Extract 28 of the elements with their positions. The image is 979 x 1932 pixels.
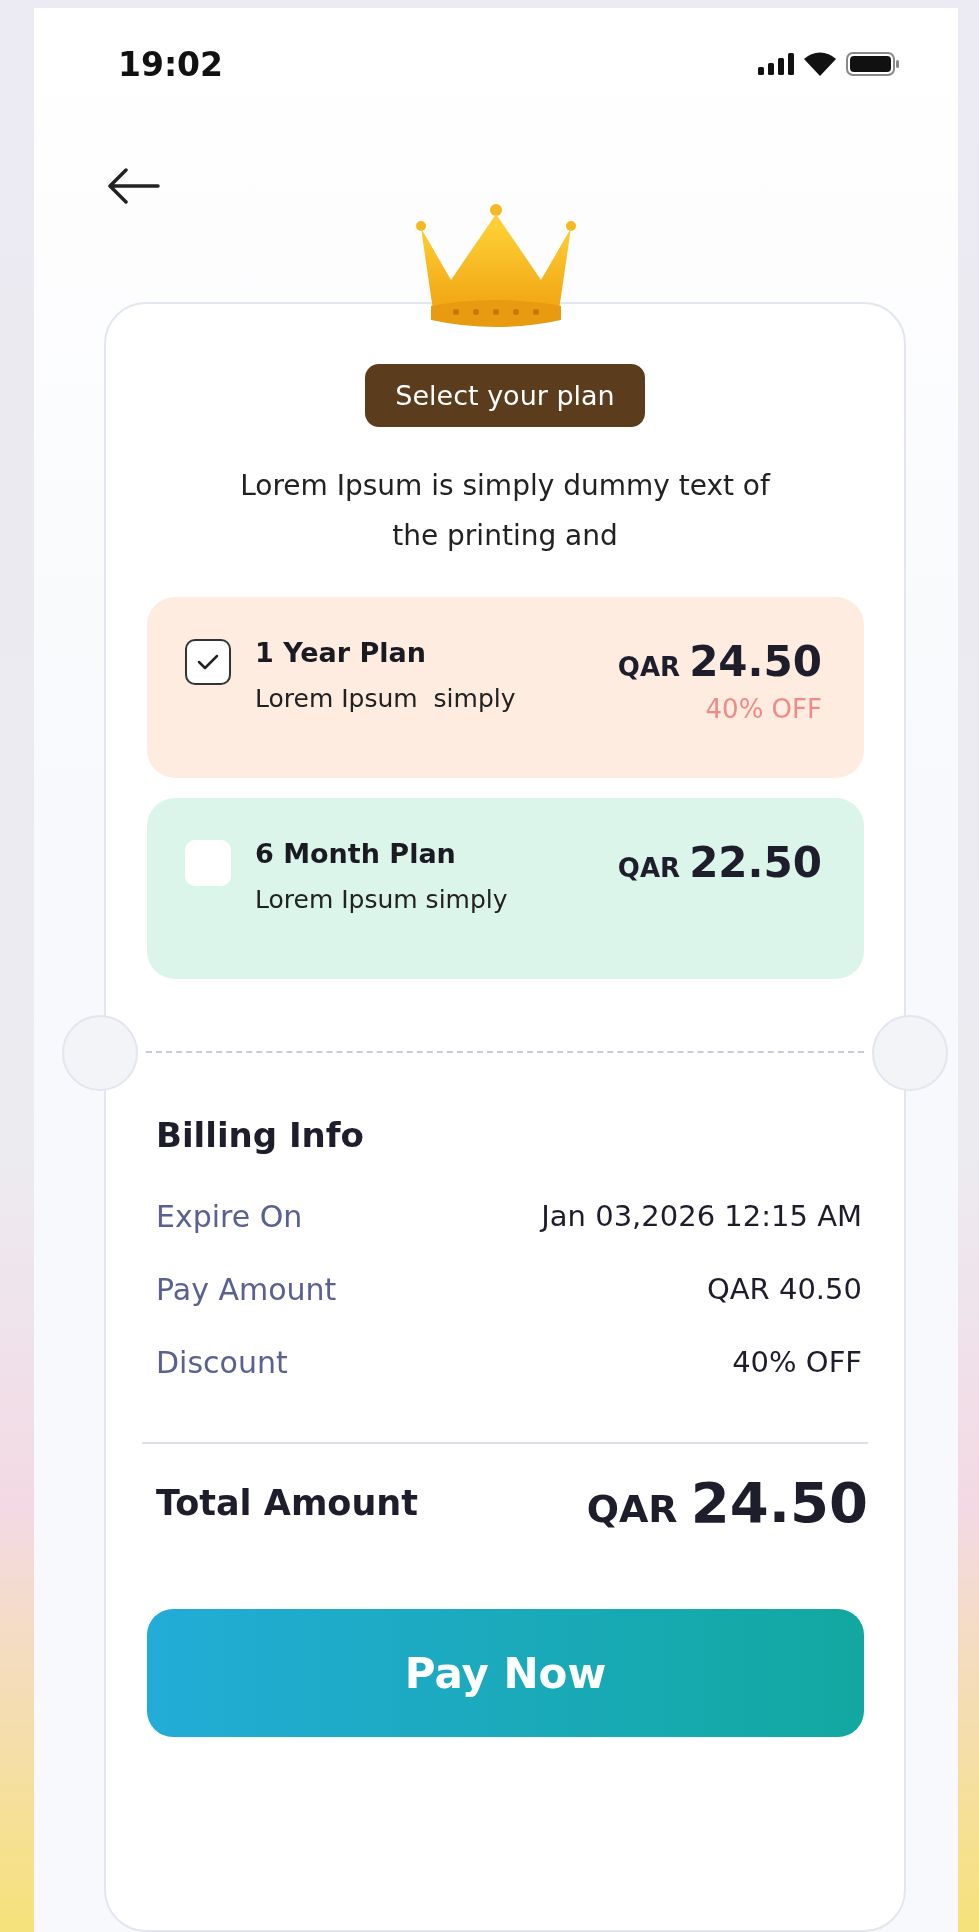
plan-discount: 40% OFF [705,694,822,724]
billing-label: Pay Amount [156,1272,337,1307]
plan-description: Lorem Ipsum is simply dummy text of the printing and [239,468,772,554]
billing-value: QAR 40.50 [706,1272,862,1307]
plan-title: 6 Month Plan [255,838,457,869]
total-label: Total Amount [156,1482,418,1523]
wifi-icon [804,52,836,76]
plan-title: 1 Year Plan [255,637,427,668]
plan-checkbox[interactable] [185,639,231,685]
plan-checkbox[interactable] [185,840,231,886]
billing-label: Discount [156,1345,288,1380]
plan-price: QAR 24.50 [617,637,822,686]
back-arrow-icon [108,168,160,204]
plan-price: QAR 22.50 [617,838,822,887]
plan-option[interactable]: 6 Month Plan Lorem Ipsum simply QAR 22.50 [147,798,864,979]
billing-label: Expire On [156,1199,303,1234]
billing-title: Billing Info [156,1115,365,1155]
billing-value: 40% OFF [732,1345,862,1380]
total-amount: QAR 24.50 [586,1470,868,1535]
plan-subtitle: Lorem Ipsum simply [255,684,517,713]
plan-option[interactable]: 1 Year Plan Lorem Ipsum simply QAR 24.50 40% OFF [147,597,864,778]
status-time: 19:02 [118,44,224,84]
signal-icon [758,53,794,75]
battery-icon [846,52,900,76]
plan-subtitle: Lorem Ipsum simply [255,885,509,914]
select-plan-badge: Select your plan [365,364,645,427]
checkmark-icon [197,653,219,671]
billing-value: Jan 03,2026 12:15 AM [541,1199,862,1234]
